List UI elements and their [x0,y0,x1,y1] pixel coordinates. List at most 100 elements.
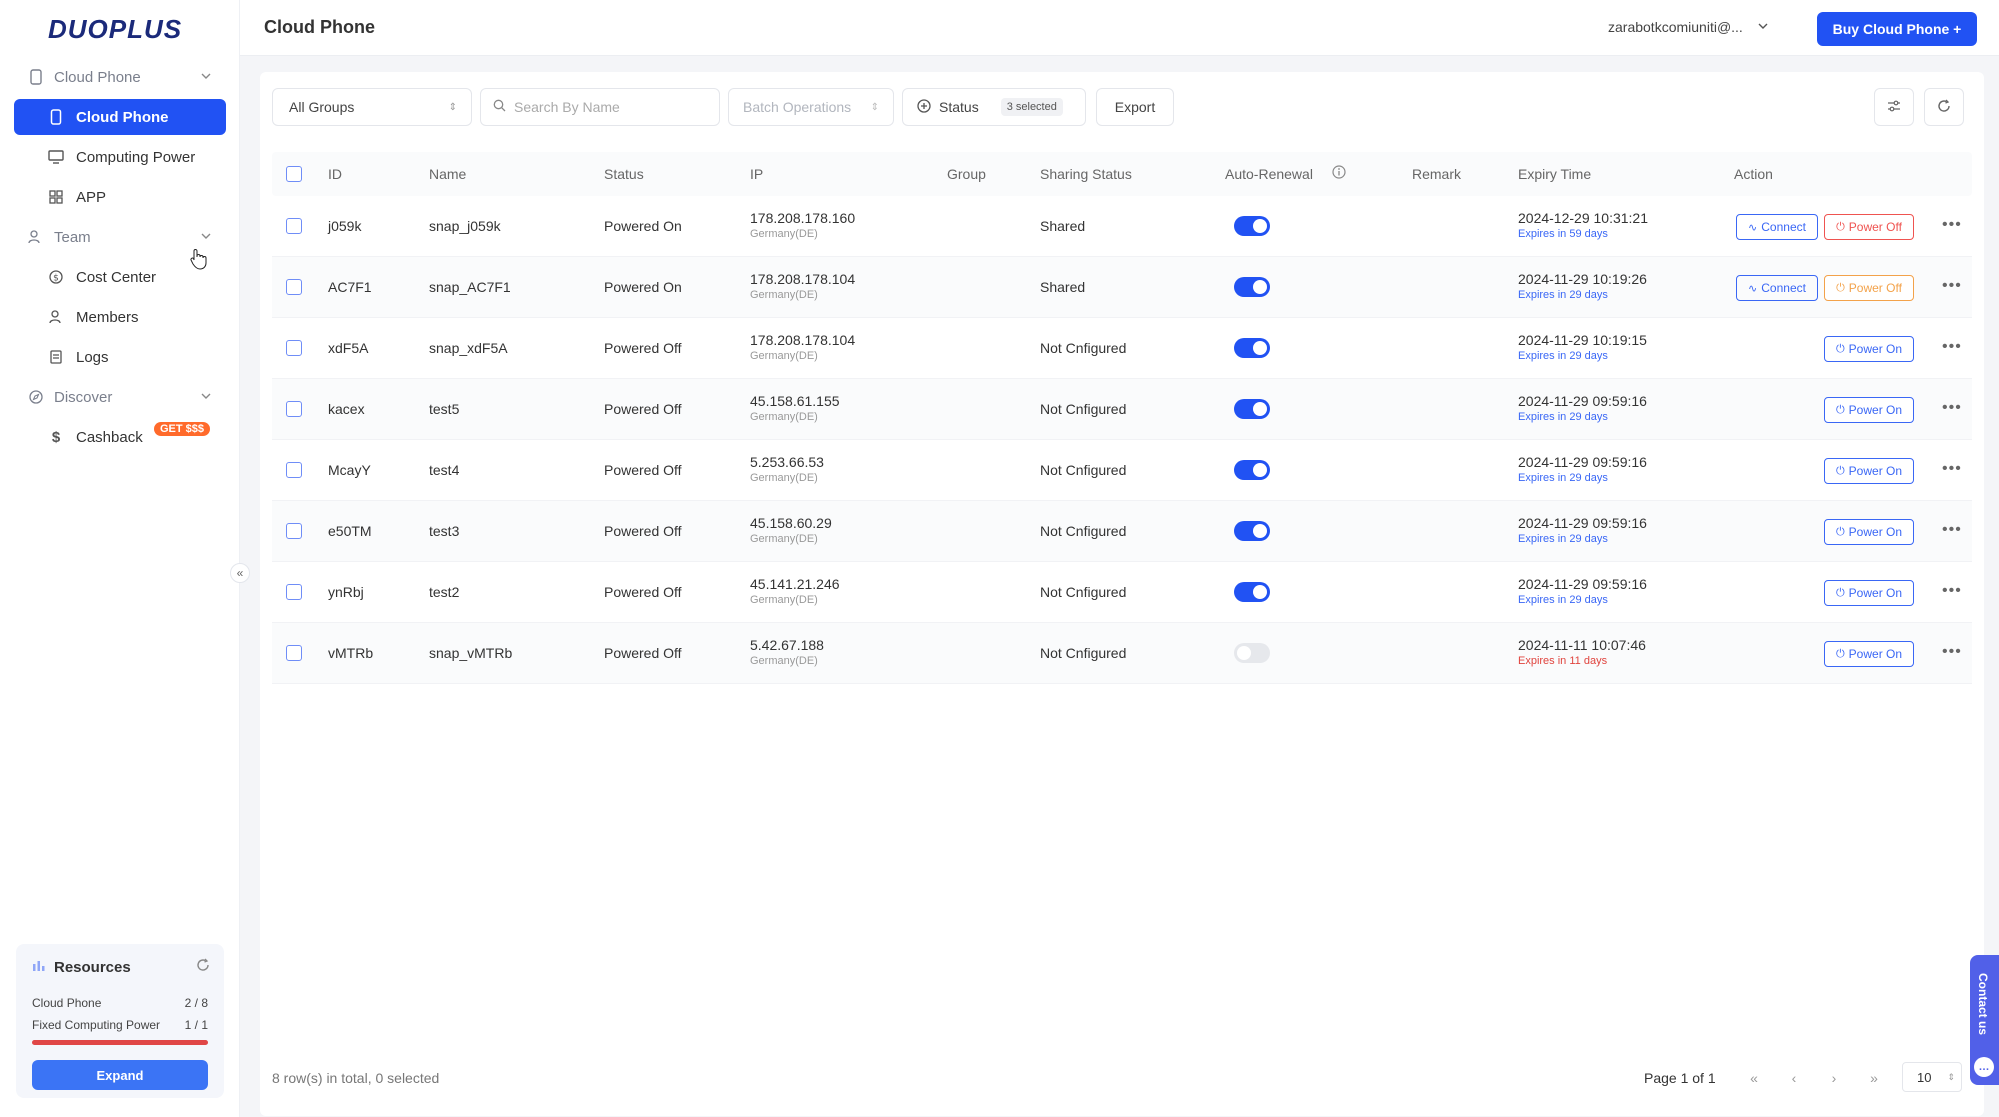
col-group[interactable]: Group [947,166,986,182]
more-icon[interactable]: ••• [1942,216,1962,234]
info-icon[interactable] [1332,165,1346,182]
col-remark[interactable]: Remark [1412,166,1461,182]
column-settings-button[interactable] [1874,88,1914,126]
power-on-button[interactable]: ⏻ Power On [1824,336,1914,362]
refresh-button[interactable] [1924,88,1964,126]
first-page-button[interactable]: « [1740,1066,1768,1090]
auto-renewal-toggle[interactable] [1234,216,1270,236]
batch-operations-select[interactable]: Batch Operations ⇕ [728,88,894,126]
phone-icon [28,69,44,85]
cell-name: test4 [429,462,460,478]
table-row: e50TM test3 Powered Off 45.158.60.29 Germany… [272,501,1972,562]
power-off-button[interactable]: ⏻ Power Off [1824,214,1914,240]
power-on-button[interactable]: ⏻ Power On [1824,641,1914,667]
buy-cloud-phone-button[interactable]: Buy Cloud Phone + [1817,12,1977,46]
cell-name: test2 [429,584,460,600]
row-checkbox[interactable] [286,523,302,539]
cell-id: AC7F1 [328,279,372,295]
auto-renewal-toggle[interactable] [1234,277,1270,297]
cell-region: Germany(DE) [750,350,818,362]
cell-expires-in: Expires in 29 days [1518,411,1608,423]
power-off-button[interactable]: ⏻ Power Off [1824,275,1914,301]
row-count: 8 row(s) in total, 0 selected [272,1070,440,1086]
sidebar-item-cashback[interactable]: $ Cashback GET $$$ [14,419,226,455]
col-auto-renewal[interactable]: Auto-Renewal [1225,166,1313,182]
contact-us-tab[interactable]: Contact us … [1970,955,1999,1085]
nav-group-cloud-phone[interactable]: Cloud Phone [14,58,226,96]
auto-renewal-toggle[interactable] [1234,643,1270,663]
last-page-button[interactable]: » [1860,1066,1888,1090]
power-on-button[interactable]: ⏻ Power On [1824,519,1914,545]
sidebar-item-cloud-phone[interactable]: Cloud Phone [14,99,226,135]
power-on-button[interactable]: ⏻ Power On [1824,458,1914,484]
refresh-icon[interactable] [196,958,210,975]
table-row: xdF5A snap_xdF5A Powered Off 178.208.178.10… [272,318,1972,379]
nav-group-discover[interactable]: Discover [14,378,226,416]
row-checkbox[interactable] [286,645,302,661]
sidebar-item-members[interactable]: Members [14,299,226,335]
power-icon: ⏻ [1835,586,1845,599]
collapse-sidebar-button[interactable]: « [230,563,250,583]
row-checkbox[interactable] [286,584,302,600]
more-icon[interactable]: ••• [1942,338,1962,356]
more-icon[interactable]: ••• [1942,460,1962,478]
col-status[interactable]: Status [604,166,644,182]
sliders-icon [1887,99,1901,116]
cell-region: Germany(DE) [750,472,818,484]
row-checkbox[interactable] [286,401,302,417]
updown-icon: ⇕ [1947,1071,1955,1082]
more-icon[interactable]: ••• [1942,643,1962,661]
table-row: McayY test4 Powered Off 5.253.66.53 Germany(… [272,440,1972,501]
cell-id: vMTRb [328,645,374,661]
bar-chart-icon [32,958,46,976]
status-filter[interactable]: Status 3 selected [902,88,1086,126]
chevron-down-icon [1757,19,1769,35]
col-sharing-status[interactable]: Sharing Status [1040,166,1132,182]
logo[interactable]: DUOPLUS [48,14,182,45]
connect-button[interactable]: ∿ Connect [1736,214,1818,240]
header: Cloud Phone zarabotkcomiuniti@... Buy Cl… [240,0,1999,56]
power-on-button[interactable]: ⏻ Power On [1824,580,1914,606]
search-input[interactable]: Search By Name [480,88,720,126]
cell-sharing-status: Not Cnfigured [1040,584,1127,600]
logs-icon [48,349,64,365]
sidebar-item-logs[interactable]: Logs [14,339,226,375]
row-checkbox[interactable] [286,340,302,356]
cell-region: Germany(DE) [750,533,818,545]
row-checkbox[interactable] [286,218,302,234]
user-menu[interactable]: zarabotkcomiuniti@... [1608,19,1769,35]
export-button[interactable]: Export [1096,88,1174,126]
group-select[interactable]: All Groups ⇕ [272,88,472,126]
auto-renewal-toggle[interactable] [1234,521,1270,541]
row-checkbox[interactable] [286,279,302,295]
svg-text:$: $ [53,274,59,284]
next-page-button[interactable]: › [1820,1066,1848,1090]
row-checkbox[interactable] [286,462,302,478]
select-all-checkbox[interactable] [286,166,302,182]
auto-renewal-toggle[interactable] [1234,582,1270,602]
power-icon: ⏻ [1836,220,1845,233]
auto-renewal-toggle[interactable] [1234,460,1270,480]
col-name[interactable]: Name [429,166,466,182]
more-icon[interactable]: ••• [1942,277,1962,295]
more-icon[interactable]: ••• [1942,521,1962,539]
col-ip[interactable]: IP [750,166,763,182]
col-id[interactable]: ID [328,166,342,182]
cell-name: snap_xdF5A [429,340,508,356]
col-action: Action [1734,166,1773,182]
sidebar-item-computing-power[interactable]: Computing Power [14,139,226,175]
auto-renewal-toggle[interactable] [1234,338,1270,358]
cell-expiry: 2024-11-29 09:59:16 [1518,515,1647,531]
cell-expires-in: Expires in 29 days [1518,289,1608,301]
expand-button[interactable]: Expand [32,1060,208,1090]
power-on-button[interactable]: ⏻ Power On [1824,397,1914,423]
connect-button[interactable]: ∿ Connect [1736,275,1818,301]
col-expiry-time[interactable]: Expiry Time [1518,166,1591,182]
auto-renewal-toggle[interactable] [1234,399,1270,419]
page-size-select[interactable]: 10 ⇕ [1902,1062,1962,1092]
more-icon[interactable]: ••• [1942,582,1962,600]
sidebar-item-app[interactable]: APP [14,179,226,215]
prev-page-button[interactable]: ‹ [1780,1066,1808,1090]
more-icon[interactable]: ••• [1942,399,1962,417]
cell-region: Germany(DE) [750,228,818,240]
